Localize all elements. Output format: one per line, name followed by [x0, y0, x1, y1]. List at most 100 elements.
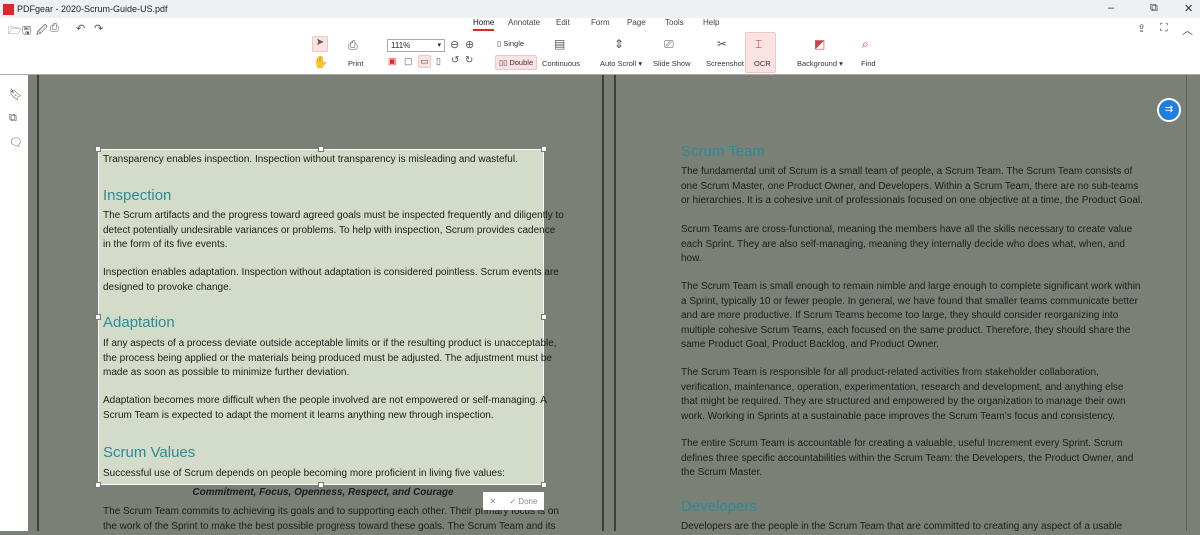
actual-size-icon[interactable]: ▣	[388, 56, 397, 67]
text-line: how.	[681, 253, 702, 264]
paragraph: Adaptation becomes more difficult when t…	[103, 394, 547, 423]
tab-tools[interactable]: Tools	[665, 18, 684, 31]
paragraph: Inspection enables adaptation. Inspectio…	[103, 266, 559, 295]
text-line: Scrum Team is expected to adapt the mome…	[103, 409, 494, 421]
print-quick-icon[interactable]: ⎙	[50, 22, 59, 35]
paragraph: The Scrum Team is responsible for all pr…	[681, 366, 1126, 424]
double-page-button[interactable]: ▯▯ Double	[495, 55, 538, 70]
background-icon: ◩	[814, 37, 826, 51]
resize-handle[interactable]	[95, 482, 101, 488]
bookmark-icon[interactable]: 🔖︎	[9, 88, 23, 101]
text-line: multiple cohesive Scrum Teams, each focu…	[681, 324, 1131, 336]
text-line: one Scrum Master, one Product Owner, and…	[681, 180, 1139, 192]
double-label: Double	[509, 58, 534, 67]
print-button[interactable]: Print	[348, 59, 363, 68]
text-line: the Scrum Master.	[681, 467, 763, 478]
ocr-popup: ✕ ✓ Done	[483, 492, 544, 510]
restore-button[interactable]: ⧉	[1150, 2, 1158, 15]
resize-handle[interactable]	[318, 146, 324, 152]
comments-icon[interactable]: 🗨︎	[9, 136, 23, 149]
text-line: the work of the Sprint to make the best …	[103, 520, 556, 532]
text-line: designed to provoke change.	[103, 281, 232, 293]
tab-home[interactable]: Home	[473, 18, 495, 31]
text-line: The Scrum Team is responsible for all pr…	[681, 367, 1099, 378]
minimize-button[interactable]: –	[1108, 2, 1114, 14]
paragraph: The Scrum artifacts and the progress tow…	[103, 209, 564, 253]
text-line: Transparency enables inspection. Inspect…	[103, 154, 518, 165]
share-icon[interactable]: ⇪	[1137, 22, 1146, 35]
ocr-button[interactable]: ⌶ OCR	[745, 32, 776, 73]
find-button[interactable]: Find	[861, 59, 876, 68]
zoom-in-icon[interactable]: ⊕	[465, 38, 474, 51]
text-line: The Scrum Team is small enough to remain…	[681, 281, 1141, 292]
paragraph: If any aspects of a process deviate outs…	[103, 337, 557, 381]
tab-help[interactable]: Help	[703, 18, 719, 31]
hand-tool-icon[interactable]: ✋	[313, 55, 328, 69]
select-tool-icon[interactable]: ➤	[312, 36, 328, 52]
print-icon[interactable]: ⎙	[348, 38, 358, 53]
single-page-button[interactable]: ▯ Single	[497, 39, 524, 48]
page-edge	[1186, 75, 1187, 531]
continuous-button[interactable]: Continuous	[542, 59, 580, 68]
tab-annotate[interactable]: Annotate	[508, 18, 540, 31]
tab-form[interactable]: Form	[591, 18, 610, 31]
ribbon-toolbar: 🗁 🖫 🖉 ⎙ ↶ ↷ Home Annotate Edit Form Page…	[0, 18, 1200, 75]
text-line: that might be required. They are structu…	[681, 396, 1126, 407]
resize-handle[interactable]	[95, 314, 101, 320]
redo-icon[interactable]: ↷	[94, 22, 103, 35]
text-line: made as soon as possible to minimize fur…	[103, 367, 350, 378]
close-window-button[interactable]: ✕	[1184, 2, 1193, 15]
text-line: in the form of its five events.	[103, 239, 228, 250]
text-line: The Scrum artifacts and the progress tow…	[103, 210, 564, 221]
undo-icon[interactable]: ↶	[76, 22, 85, 35]
thumbnails-icon[interactable]: ⧉	[9, 112, 17, 125]
scrum-values-list: Commitment, Focus, Openness, Respect, an…	[192, 487, 454, 498]
ocr-label: OCR	[754, 59, 771, 68]
rotate-right-icon[interactable]: ↻	[465, 55, 473, 66]
cancel-button[interactable]: ✕	[490, 497, 497, 506]
paragraph: The Scrum Team is small enough to remain…	[681, 280, 1141, 353]
paragraph: The fundamental unit of Scrum is a small…	[681, 165, 1143, 209]
fit-width-icon[interactable]: ▭	[418, 55, 431, 68]
save-icon[interactable]: 🖫	[22, 22, 31, 41]
scissors-icon: ✂	[717, 37, 728, 51]
paragraph: Transparency enables inspection. Inspect…	[103, 153, 518, 168]
text-line: Adaptation becomes more difficult when t…	[103, 395, 547, 406]
background-button[interactable]: Background ▾	[797, 59, 843, 68]
text-line: each Sprint. They are also self-managing…	[681, 238, 1125, 250]
done-label: Done	[518, 496, 538, 506]
collapse-ribbon-icon[interactable]: ︿	[1182, 22, 1193, 38]
text-line: verification, maintenance, operation, ex…	[681, 381, 1124, 393]
screenshot-button[interactable]: Screenshot	[706, 59, 744, 68]
done-button[interactable]: ✓ Done	[509, 497, 537, 506]
slide-show-icon: ⎚	[664, 37, 674, 51]
fit-height-icon[interactable]: ▯	[436, 56, 441, 67]
resize-handle[interactable]	[95, 146, 101, 152]
zoom-out-icon[interactable]: ⊖	[450, 38, 459, 51]
paragraph: The entire Scrum Team is accountable for…	[681, 437, 1133, 481]
text-line: defines three specific accountabilities …	[681, 452, 1134, 464]
text-line: detect potentially undesirable variances…	[103, 224, 556, 236]
resize-handle[interactable]	[541, 146, 547, 152]
resize-handle[interactable]	[541, 314, 547, 320]
auto-scroll-button[interactable]: Auto Scroll ▾	[600, 59, 642, 68]
open-icon[interactable]: 🗁	[8, 22, 22, 41]
heading-scrum-team: Scrum Team	[681, 143, 765, 160]
text-line: The fundamental unit of Scrum is a small…	[681, 166, 1133, 177]
zoom-select[interactable]: 111% ▾	[387, 39, 445, 52]
text-line: or hierarchies. It is a cohesive unit of…	[681, 195, 1143, 206]
slide-show-button[interactable]: Slide Show	[653, 59, 691, 68]
rotate-left-icon[interactable]: ↺	[451, 55, 459, 66]
page-edge	[614, 75, 616, 531]
text-line: The entire Scrum Team is accountable for…	[681, 438, 1123, 449]
tab-edit[interactable]: Edit	[556, 18, 570, 31]
convert-floating-button[interactable]: ⇉	[1157, 98, 1181, 122]
text-line: same Product Goal, Product Backlog, and …	[681, 339, 939, 350]
paragraph: Successful use of Scrum depends on peopl…	[103, 467, 505, 482]
fullscreen-icon[interactable]: ⛶	[1160, 22, 1168, 35]
tab-page[interactable]: Page	[627, 18, 646, 31]
convert-icon: ⇉	[1164, 104, 1174, 115]
save-as-icon[interactable]: 🖉	[36, 22, 48, 41]
page-edge	[37, 75, 39, 531]
fit-page-icon[interactable]: ▢	[404, 56, 413, 67]
